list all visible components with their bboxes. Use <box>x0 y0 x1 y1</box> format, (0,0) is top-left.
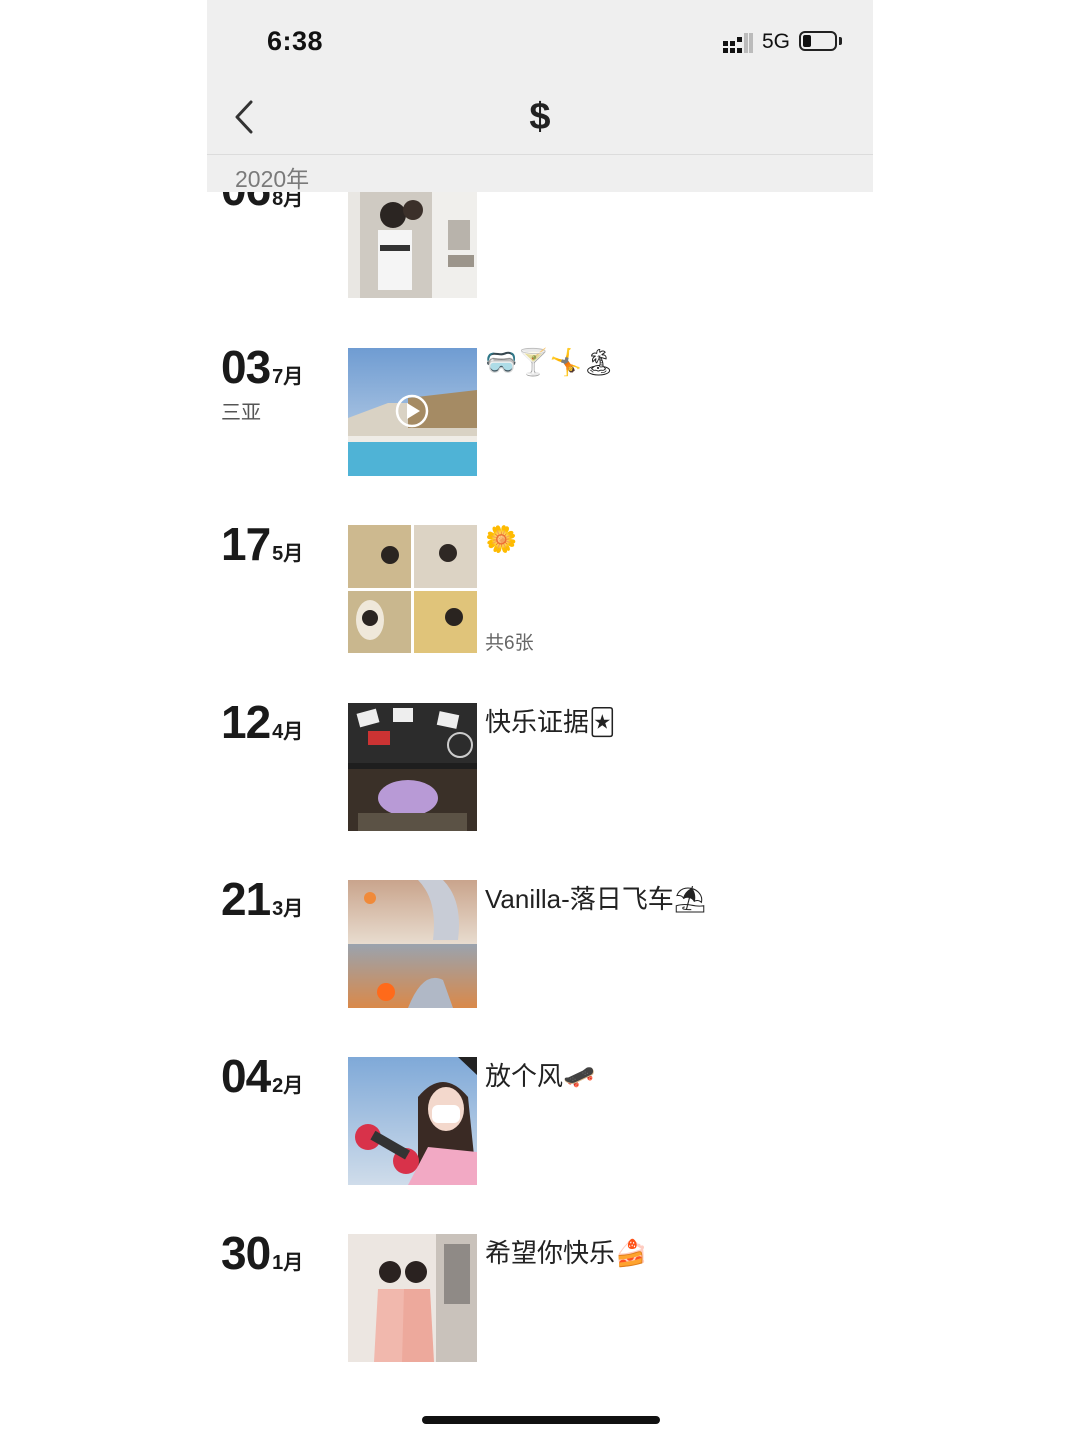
timeline-entry[interactable]: 21 3月 Vanilla-落日飞车⛱ <box>207 873 873 1008</box>
entry-day: 30 <box>221 1227 271 1279</box>
photo-two-girls <box>348 1234 477 1362</box>
entry-month: 4月 <box>272 721 304 743</box>
entry-caption: 放个风🛹 <box>485 1061 596 1091</box>
entry-month: 1月 <box>272 1252 304 1274</box>
timeline-entry[interactable]: 04 2月 放个风🛹 <box>207 1050 873 1185</box>
photo-cards-table <box>348 703 477 831</box>
page-title: $ <box>529 96 551 138</box>
timeline-entry[interactable]: 30 1月 希望你快乐🍰 <box>207 1227 873 1362</box>
header-divider <box>207 154 873 155</box>
entry-month: 2月 <box>272 1075 304 1097</box>
entry-day: 12 <box>221 696 271 748</box>
battery-icon <box>799 31 837 51</box>
timeline-entry[interactable]: 17 5月 🌼 共6张 <box>207 518 873 654</box>
network-type: 5G <box>762 30 791 53</box>
entry-caption: 希望你快乐🍰 <box>485 1238 648 1268</box>
entry-date: 21 3月 <box>221 872 303 926</box>
timeline-entry[interactable]: 03 7月 三亚 🥽🍸🤸🏝 <box>207 341 873 476</box>
battery-cap <box>839 37 842 45</box>
entry-date: 03 7月 <box>221 340 303 394</box>
entry-month: 7月 <box>272 366 304 388</box>
top-header: 6:38 5G $ 2020年 <box>207 0 873 192</box>
entry-caption: 快乐证据🃏 <box>485 707 616 737</box>
entry-caption: 🥽🍸🤸🏝 <box>485 347 616 377</box>
entry-day: 17 <box>221 518 271 570</box>
signal-icon <box>723 33 753 53</box>
entry-thumbnail[interactable] <box>348 348 477 476</box>
entry-day: 04 <box>221 1050 271 1102</box>
entry-date: 30 1月 <box>221 1226 303 1280</box>
entry-date: 17 5月 <box>221 517 303 571</box>
entry-thumbnail[interactable] <box>348 525 477 653</box>
entry-date: 04 2月 <box>221 1049 303 1103</box>
entry-thumbnail[interactable] <box>348 1234 477 1362</box>
photo-sunset-beach <box>348 880 477 1008</box>
year-section-label: 2020年 <box>235 166 310 192</box>
phone-screen: 068月 037月 三亚 <box>207 0 873 1439</box>
status-time: 6:38 <box>267 26 324 56</box>
entry-thumbnail[interactable] <box>348 1057 477 1185</box>
entry-day: 21 <box>221 873 271 925</box>
entry-thumbnail[interactable] <box>348 703 477 831</box>
entry-date: 12 4月 <box>221 695 303 749</box>
entry-month: 3月 <box>272 898 304 920</box>
entry-month: 5月 <box>272 543 304 565</box>
entry-day: 03 <box>221 341 271 393</box>
entry-caption: Vanilla-落日飞车⛱ <box>485 884 707 914</box>
entry-photo-count: 共6张 <box>485 633 534 654</box>
entry-thumbnail[interactable] <box>348 880 477 1008</box>
photo-skateboard-girl <box>348 1057 477 1185</box>
entry-caption: 🌼 <box>485 524 518 554</box>
home-indicator[interactable] <box>422 1416 660 1424</box>
entry-location: 三亚 <box>221 402 261 424</box>
photo-grid-four <box>348 525 477 653</box>
video-resort-pool <box>348 348 477 476</box>
timeline-entry[interactable]: 12 4月 快乐证据🃏 <box>207 696 873 831</box>
